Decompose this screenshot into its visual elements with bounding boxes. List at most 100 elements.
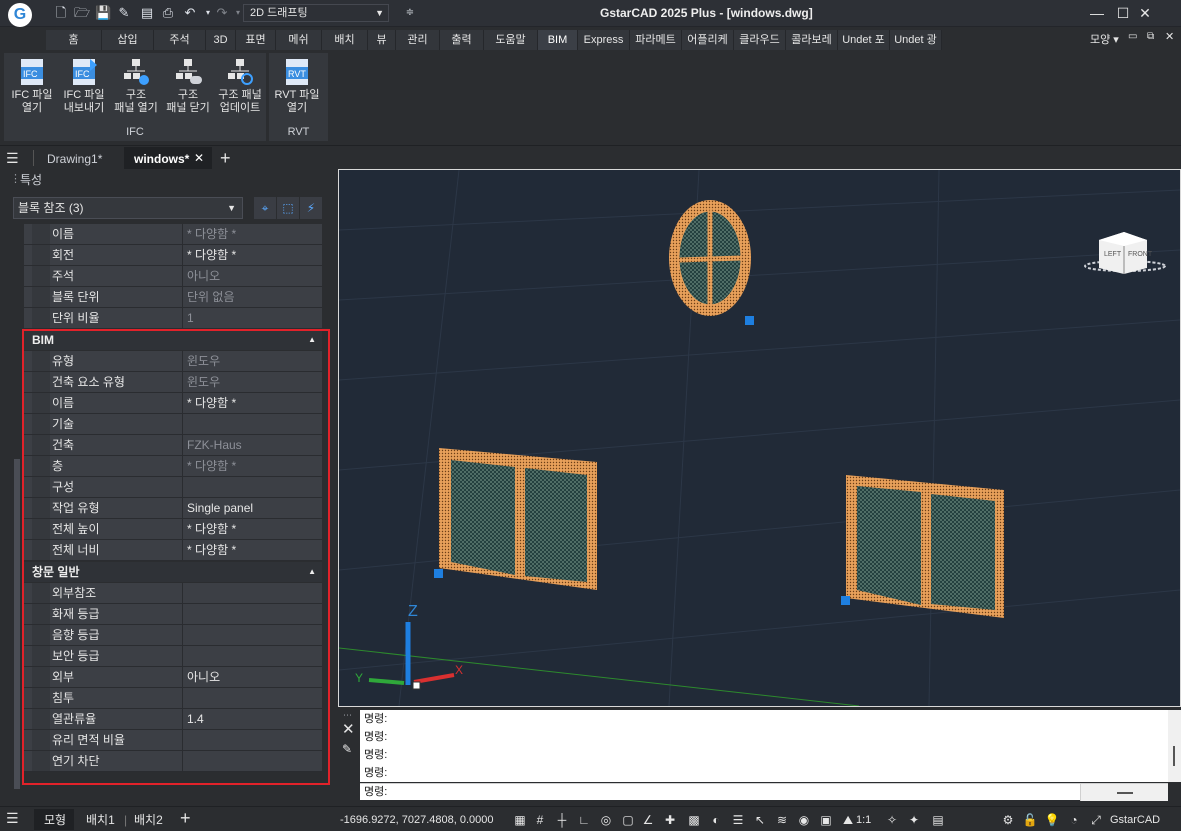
- workspace-icon[interactable]: ✦: [906, 812, 922, 828]
- publish-icon[interactable]: ▤: [139, 5, 155, 21]
- close-tab-icon[interactable]: ✕: [194, 151, 204, 165]
- save-icon[interactable]: 💾: [95, 5, 111, 21]
- rvt-open-button[interactable]: RVT RVT 파일 열기: [271, 57, 323, 123]
- redo-icon[interactable]: ↷: [214, 5, 230, 21]
- transparency-icon[interactable]: ☰: [730, 812, 746, 828]
- ribbon-tab[interactable]: 관리: [396, 30, 440, 50]
- object-snap-tracking-icon[interactable]: ∠: [640, 812, 656, 828]
- add-layout-icon[interactable]: +: [180, 808, 191, 829]
- properties-icon[interactable]: ▤: [930, 812, 946, 828]
- structure-panel-update-button[interactable]: 구조 패널 업데이트: [214, 57, 266, 123]
- ribbon-minimize-icon[interactable]: ▭: [1128, 31, 1137, 42]
- command-input[interactable]: 명령:: [360, 783, 1168, 801]
- selection-dropdown[interactable]: 블록 참조 (3) ▼: [13, 197, 243, 219]
- ifc-open-button[interactable]: IFC IFC 파일 열기: [6, 57, 58, 123]
- tab-layout2[interactable]: 배치2: [134, 811, 163, 829]
- viewport-icon[interactable]: ▣: [818, 812, 834, 828]
- grip-handle[interactable]: [434, 569, 443, 578]
- dynamic-input-icon[interactable]: ▩: [686, 812, 702, 828]
- property-row[interactable]: 단위 비율 1: [24, 308, 322, 329]
- polar-icon[interactable]: ∟: [576, 812, 592, 828]
- property-value[interactable]: 1: [183, 308, 322, 328]
- fullscreen-icon[interactable]: ⤢: [1088, 812, 1104, 828]
- tab-layout1[interactable]: 배치1: [86, 811, 115, 829]
- ribbon-tab[interactable]: Undet 광: [890, 30, 942, 50]
- property-value[interactable]: 단위 없음: [183, 287, 322, 307]
- ribbon-tab[interactable]: 도움말: [484, 30, 538, 50]
- ribbon-tab[interactable]: 콜라보레: [786, 30, 838, 50]
- menu-icon[interactable]: ☰: [6, 810, 19, 827]
- workspace-select[interactable]: 2D 드래프팅 ▼: [243, 4, 389, 22]
- ribbon-close-icon[interactable]: ✕: [1165, 30, 1174, 43]
- right-window[interactable]: [846, 475, 1004, 618]
- command-history-toggle[interactable]: [1080, 784, 1168, 801]
- grip-handle[interactable]: [745, 316, 754, 325]
- save-as-icon[interactable]: ✎: [116, 5, 132, 21]
- auto-scale-icon[interactable]: ✧: [884, 812, 900, 828]
- oval-window[interactable]: [669, 200, 751, 316]
- snap-mode-icon[interactable]: #: [532, 812, 548, 828]
- customize-command-icon[interactable]: ✎: [342, 742, 352, 756]
- performance-icon[interactable]: ◔: [1066, 812, 1082, 828]
- new-file-icon[interactable]: 🗋: [53, 5, 69, 21]
- property-row[interactable]: 블록 단위 단위 없음: [24, 287, 322, 308]
- ribbon-tab[interactable]: Undet 포: [838, 30, 890, 50]
- print-icon[interactable]: ⎙: [160, 5, 176, 21]
- ribbon-tab[interactable]: 3D: [206, 30, 236, 50]
- close-button[interactable]: ✕: [1134, 4, 1156, 22]
- structure-panel-close-button[interactable]: 구조 패널 닫기: [162, 57, 214, 123]
- ribbon-tab[interactable]: 뷰: [368, 30, 396, 50]
- ribbon-restore-icon[interactable]: ⧉: [1147, 31, 1154, 42]
- coordinates-readout[interactable]: -1696.9272, 7027.4808, 0.0000: [340, 811, 494, 829]
- ribbon-tab[interactable]: 주석: [154, 30, 206, 50]
- annotation-scale[interactable]: 1:1: [856, 811, 871, 829]
- dynamic-ucs-icon[interactable]: ✚: [662, 812, 678, 828]
- toggle-pickadd-icon[interactable]: ⌖: [254, 197, 276, 219]
- tab-windows[interactable]: windows*: [134, 149, 189, 169]
- ribbon-tab[interactable]: 홈: [46, 30, 102, 50]
- structure-panel-open-button[interactable]: 구조 패널 열기: [110, 57, 162, 123]
- ribbon-tab[interactable]: 파라메트: [630, 30, 682, 50]
- ribbon-tab[interactable]: 삽입: [102, 30, 154, 50]
- appearance-menu[interactable]: 모양 ▾: [1090, 31, 1119, 47]
- add-tab-icon[interactable]: +: [220, 148, 231, 169]
- ribbon-tab[interactable]: 메쉬: [276, 30, 322, 50]
- property-value[interactable]: * 다양함 *: [183, 245, 322, 265]
- ribbon-tab[interactable]: 배치: [322, 30, 368, 50]
- ribbon-tab[interactable]: 어플리케: [682, 30, 734, 50]
- drawing-canvas[interactable]: LEFT FRONT Z Y X: [338, 169, 1181, 707]
- left-window[interactable]: [439, 448, 597, 590]
- settings-icon[interactable]: ⚙: [1000, 812, 1016, 828]
- ortho-icon[interactable]: ┼: [554, 812, 570, 828]
- grip-handle[interactable]: [841, 596, 850, 605]
- customize-quick-access-icon[interactable]: ≑: [402, 5, 418, 21]
- app-logo[interactable]: G: [8, 3, 32, 27]
- bulb-icon[interactable]: 💡: [1044, 812, 1060, 828]
- ifc-export-button[interactable]: IFC IFC 파일 내보내기: [58, 57, 110, 123]
- lineweight-icon[interactable]: ◐: [708, 812, 724, 828]
- minimize-button[interactable]: —: [1086, 4, 1108, 22]
- ribbon-tab[interactable]: 표면: [236, 30, 276, 50]
- quick-select-icon[interactable]: ⚡: [300, 197, 322, 219]
- undo-icon[interactable]: ↶: [182, 5, 198, 21]
- select-objects-icon[interactable]: ⬚: [277, 197, 299, 219]
- ribbon-tab[interactable]: BIM: [538, 30, 578, 50]
- property-value[interactable]: 아니오: [183, 266, 322, 286]
- property-row[interactable]: 주석 아니오: [24, 266, 322, 287]
- maximize-button[interactable]: ☐: [1112, 4, 1134, 22]
- grid-display-icon[interactable]: ▦: [512, 812, 528, 828]
- annotation-visibility-icon[interactable]: ⛰: [840, 812, 856, 828]
- command-scrollbar[interactable]: [1168, 710, 1181, 782]
- menu-icon[interactable]: ☰: [6, 150, 19, 167]
- tab-model[interactable]: 모형: [44, 811, 66, 829]
- ribbon-tab[interactable]: Express: [578, 30, 630, 50]
- close-command-icon[interactable]: ✕: [342, 720, 355, 738]
- lock-icon[interactable]: 🔓: [1022, 812, 1038, 828]
- drawing-viewport[interactable]: LEFT FRONT Z Y X: [338, 169, 1181, 707]
- selection-cycling-icon[interactable]: ↖: [752, 812, 768, 828]
- ribbon-tab[interactable]: 클라우드: [734, 30, 786, 50]
- 3d-osnap-icon[interactable]: ▢: [620, 812, 636, 828]
- tab-drawing1[interactable]: Drawing1*: [47, 149, 102, 169]
- properties-scrollbar[interactable]: [14, 459, 20, 789]
- scroll-thumb[interactable]: [1173, 746, 1175, 766]
